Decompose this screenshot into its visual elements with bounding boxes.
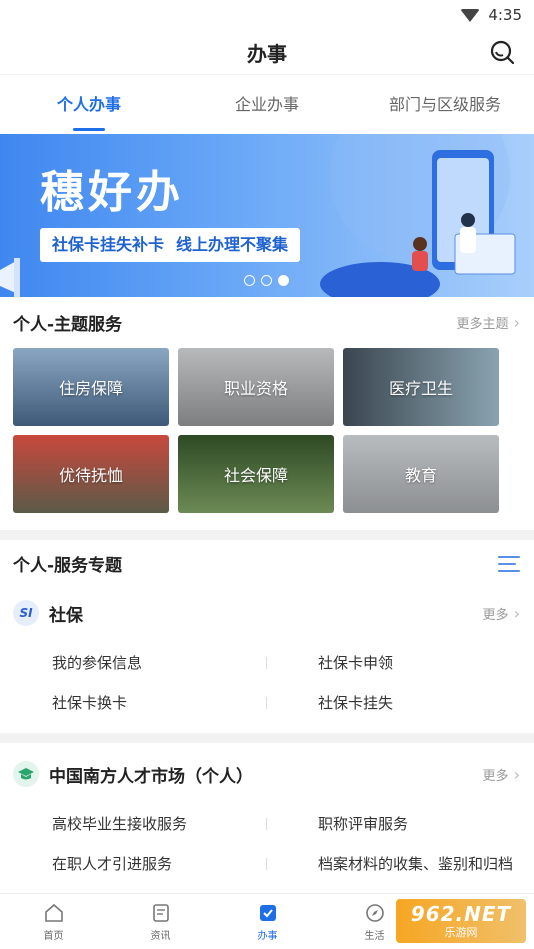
home-icon: [44, 903, 63, 922]
tile-label: 优待抚恤: [58, 466, 123, 485]
status-time: 4:35: [488, 6, 522, 24]
social-insurance-icon: SI: [13, 600, 39, 626]
more-themes-link[interactable]: 更多主题: [457, 313, 521, 332]
nav-label: 首页: [43, 930, 64, 942]
service-section-header: 个人-服务专题: [13, 551, 520, 576]
theme-section-header: 个人-主题服务 更多主题: [13, 310, 520, 335]
tile-medical[interactable]: 医疗卫生: [343, 348, 499, 426]
carousel-dot-active: [278, 275, 289, 286]
nav-label: 资讯: [150, 930, 171, 942]
wifi-icon: [460, 8, 481, 22]
service-item[interactable]: 职称评审服务: [318, 813, 408, 834]
tile-label: 职业资格: [223, 379, 288, 398]
item-separator: [266, 818, 267, 830]
nav-label: 办事: [257, 930, 278, 942]
service-item[interactable]: 我的参保信息: [52, 652, 142, 673]
group-header-social-insurance: SI 社保 更多: [13, 600, 520, 626]
item-separator: [266, 657, 267, 669]
nav-label: 生活: [364, 930, 385, 942]
tab-enterprise[interactable]: 企业办事: [178, 75, 356, 135]
watermark-sub: 乐游网: [444, 926, 478, 939]
theme-section-title: 个人-主题服务: [13, 315, 123, 335]
carousel-indicator: [244, 275, 289, 286]
tab-department[interactable]: 部门与区级服务: [356, 75, 534, 135]
tab-bar: 个人办事 企业办事 部门与区级服务: [0, 74, 534, 134]
service-item[interactable]: 在职人才引进服务: [52, 853, 172, 874]
tile-qualification[interactable]: 职业资格: [178, 348, 334, 426]
tile-veterans[interactable]: 优待抚恤: [13, 435, 169, 513]
watermark-main: 962.NET: [410, 902, 512, 926]
service-item[interactable]: 高校毕业生接收服务: [52, 813, 187, 834]
service-section-title: 个人-服务专题: [13, 556, 123, 576]
carousel-dot: [244, 275, 255, 286]
tile-education[interactable]: 教育: [343, 435, 499, 513]
service-item[interactable]: 社保卡换卡: [52, 692, 127, 713]
tile-label: 住房保障: [58, 379, 123, 398]
banner-sub-left: 社保卡挂失补卡: [52, 235, 165, 254]
promo-banner[interactable]: 穗好办 社保卡挂失补卡 线上办理不聚集: [0, 134, 534, 297]
search-icon[interactable]: [490, 40, 514, 64]
group-more-link[interactable]: 更多: [483, 604, 521, 623]
banner-title: 穗好办: [40, 167, 184, 218]
watermark-logo: 962.NET 乐游网: [396, 899, 526, 943]
service-item[interactable]: 档案材料的收集、鉴别和归档: [318, 853, 513, 874]
app-header: 办事: [0, 30, 534, 74]
tile-social-security[interactable]: 社会保障: [178, 435, 334, 513]
tile-label: 医疗卫生: [388, 379, 453, 398]
compass-icon: [365, 903, 384, 922]
tile-label: 教育: [404, 466, 437, 485]
nav-services[interactable]: 办事: [214, 894, 321, 949]
item-separator: [266, 858, 267, 870]
banner-sub-right: 线上办理不聚集: [176, 235, 289, 254]
group-header-talent-market: 中国南方人才市场（个人） 更多: [13, 761, 520, 787]
carousel-dot: [261, 275, 272, 286]
tab-personal[interactable]: 个人办事: [0, 75, 178, 135]
tile-label: 社会保障: [223, 466, 288, 485]
list-menu-icon[interactable]: [498, 555, 520, 572]
group-more-link[interactable]: 更多: [483, 765, 521, 784]
nav-home[interactable]: 首页: [0, 894, 107, 949]
graduation-cap-icon: [13, 761, 39, 787]
tile-housing[interactable]: 住房保障: [13, 348, 169, 426]
banner-subtitle: 社保卡挂失补卡 线上办理不聚集: [40, 228, 301, 262]
section-divider: [0, 530, 534, 540]
group-title: 社保: [49, 605, 83, 626]
group-title: 中国南方人才市场（个人）: [49, 766, 253, 787]
service-item[interactable]: 社保卡挂失: [318, 692, 393, 713]
status-bar: 4:35: [0, 0, 534, 30]
item-separator: [266, 697, 267, 709]
service-item[interactable]: 社保卡申领: [318, 652, 393, 673]
nav-news[interactable]: 资讯: [107, 894, 214, 949]
checkbox-icon: [259, 904, 276, 921]
news-icon: [152, 903, 169, 922]
page-title: 办事: [247, 41, 287, 66]
section-divider: [0, 733, 534, 743]
